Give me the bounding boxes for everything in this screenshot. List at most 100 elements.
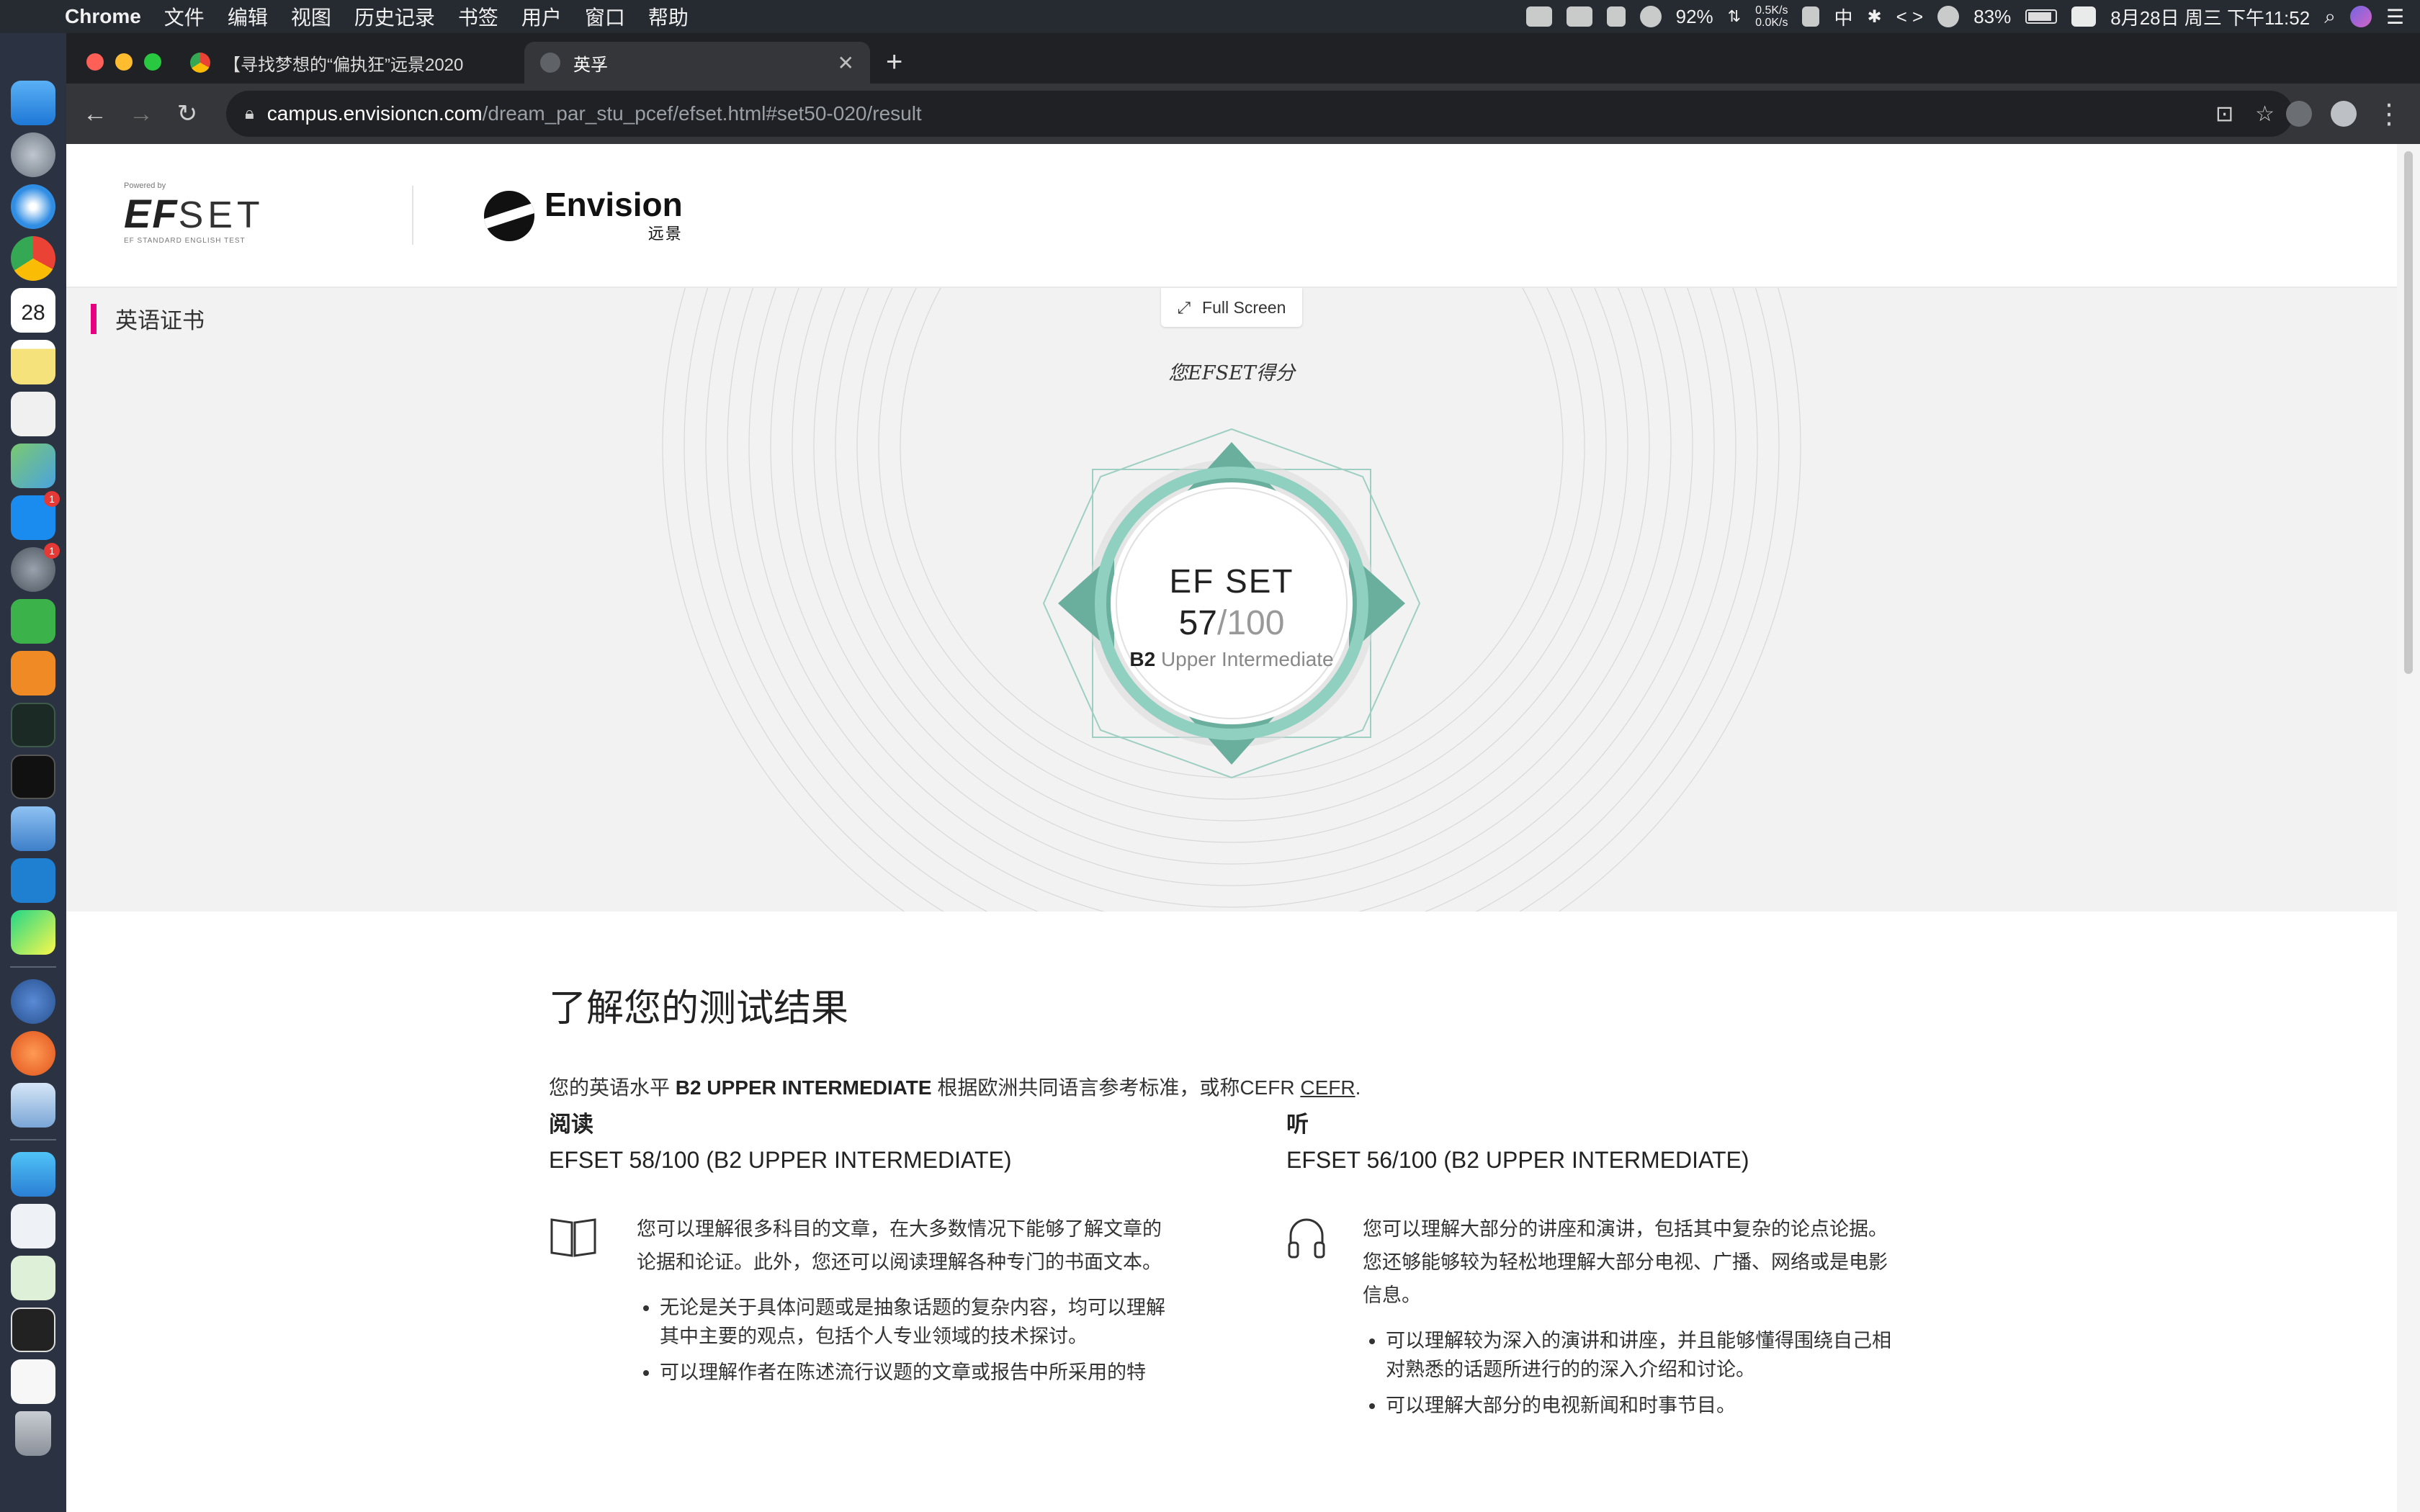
skill-desc-text: 您可以理解大部分的讲座和演讲，包括其中复杂的论点论据。您还够能够较为轻松地理解大… [1363, 1218, 1888, 1306]
dock: 28 1 1 [0, 33, 66, 1512]
macos-menubar: Chrome 文件 编辑 视图 历史记录 书签 用户 窗口 帮助 92% ⇅ 0… [0, 0, 2420, 33]
lock-icon[interactable]: 🔒︎ [245, 104, 254, 124]
battery-percent-1: 92% [1675, 5, 1713, 27]
translate-icon[interactable]: ⊡ [2215, 102, 2233, 127]
tab-favicon-globe-icon [540, 53, 560, 73]
tab-ef[interactable]: 英孚 ✕ [524, 42, 870, 84]
menu-people[interactable]: 用户 [510, 2, 573, 31]
wechat-icon[interactable] [11, 599, 55, 644]
intro-suffix: 根据欧洲共同语言参考标准，或称CEFR [937, 1076, 1295, 1099]
minimize-window-button[interactable] [115, 53, 133, 71]
microphone-icon[interactable] [1802, 6, 1820, 27]
code-brackets-icon[interactable]: < > [1896, 6, 1924, 28]
m-status-icon[interactable] [1606, 6, 1626, 27]
close-window-button[interactable] [86, 53, 104, 71]
system-preferences-icon[interactable]: 1 [11, 543, 60, 592]
menu-history[interactable]: 历史记录 [343, 2, 447, 31]
more-menu-icon[interactable]: ⋮ [2375, 98, 2403, 130]
vscode-icon[interactable] [11, 858, 55, 903]
menu-view[interactable]: 视图 [279, 2, 343, 31]
minimized-window-4-icon[interactable] [11, 1359, 55, 1404]
skill-description: 您可以理解大部分的讲座和演讲，包括其中复杂的论点论据。您还够能够较为轻松地理解大… [1286, 1212, 1906, 1420]
logo-tagline: EF STANDARD ENGLISH TEST [124, 237, 246, 245]
intro-period: . [1355, 1076, 1361, 1099]
net-up-speed: 0.5K/s [1755, 4, 1788, 17]
menu-app-chrome[interactable]: Chrome [58, 5, 153, 28]
menu-help[interactable]: 帮助 [637, 2, 700, 31]
profile-avatar-icon[interactable] [2331, 101, 2357, 127]
tab-envision-campaign[interactable]: 【寻找梦想的“偏执狂”远景2020 ✕ [174, 42, 585, 84]
sourcetree-icon[interactable] [11, 1152, 55, 1197]
preview-icon[interactable] [11, 1083, 55, 1128]
new-tab-button[interactable]: + [886, 46, 902, 78]
list-item: 可以理解较为深入的演讲和讲座，并且能够懂得围绕自己相对熟悉的话题所进行的的深入介… [1386, 1326, 1906, 1384]
menu-bookmarks[interactable]: 书签 [447, 2, 510, 31]
instruments-icon[interactable] [11, 1031, 55, 1076]
tab-close-icon[interactable]: ✕ [838, 51, 854, 75]
browser-toolbar: ← → ↻ 🔒︎ campus.envisioncn.com/dream_par… [66, 84, 2420, 144]
reload-button[interactable]: ↻ [164, 99, 210, 128]
terminal-icon[interactable] [11, 755, 55, 799]
net-down-speed: 0.0K/s [1755, 17, 1788, 29]
minimized-window-1-icon[interactable] [11, 1204, 55, 1248]
siri-icon[interactable] [2349, 6, 2372, 27]
notes-icon[interactable] [11, 340, 55, 384]
sublime-text-icon[interactable] [11, 651, 55, 696]
input-method-indicator[interactable]: 中 [1834, 4, 1852, 30]
envision-logo[interactable]: Envision 远景 [484, 186, 683, 246]
url-host: campus.envisioncn.com [266, 102, 483, 125]
chrome-icon[interactable] [11, 236, 55, 281]
menu-file[interactable]: 文件 [153, 2, 216, 31]
zoom-window-button[interactable] [144, 53, 161, 71]
quicktime-icon[interactable] [11, 806, 55, 851]
clock-datetime[interactable]: 8月28日 周三 下午11:52 [2110, 4, 2310, 30]
address-bar[interactable]: 🔒︎ campus.envisioncn.com/dream_par_stu_p… [226, 91, 2293, 137]
calendar-icon[interactable]: 28 [11, 288, 55, 333]
scrollbar-thumb[interactable] [2404, 151, 2413, 674]
wechat-status-icon[interactable] [1525, 6, 1552, 27]
page-scrollbar[interactable] [2397, 144, 2420, 1512]
xcode-tools-icon[interactable] [11, 979, 55, 1024]
results-section: 了解您的测试结果 您的英语水平 B2 UPPER INTERMEDIATE 根据… [549, 978, 1917, 1416]
menu-edit[interactable]: 编辑 [216, 2, 279, 31]
cefr-link[interactable]: CEFR [1300, 1076, 1355, 1099]
battery-percent-2: 83% [1973, 5, 2012, 27]
launchpad-icon[interactable] [11, 132, 55, 177]
list-item: 可以理解大部分的电视新闻和时事节目。 [1386, 1391, 1906, 1420]
back-button[interactable]: ← [72, 100, 118, 128]
tab-favicon-icon [190, 53, 210, 73]
extension-icon[interactable] [2286, 101, 2312, 127]
spotlight-search-icon[interactable]: ⌕ [2324, 5, 2336, 29]
forward-button[interactable]: → [118, 100, 164, 128]
score-caption: 您EFSET得分 [1168, 362, 1295, 384]
skill-reading: 阅读 EFSET 58/100 (B2 UPPER INTERMEDIATE) … [549, 1106, 1168, 1394]
headphones-icon [1288, 1218, 1325, 1259]
menu-window[interactable]: 窗口 [573, 2, 637, 31]
skill-name: 阅读 [549, 1112, 593, 1137]
minimized-window-2-icon[interactable] [11, 1256, 55, 1300]
finder-icon[interactable] [11, 81, 55, 125]
minimized-window-3-icon[interactable] [11, 1308, 55, 1352]
efset-logo[interactable]: Powered by EFSET EF STANDARD ENGLISH TES… [124, 181, 260, 253]
notification-center-icon[interactable]: ☰ [2386, 5, 2404, 29]
trash-icon[interactable] [15, 1411, 51, 1456]
wifi-icon[interactable] [1937, 6, 1960, 27]
maps-icon[interactable] [11, 444, 55, 488]
url-path: /dream_par_stu_pcef/efset.html#set50-020… [482, 102, 922, 125]
bookmark-star-icon[interactable]: ☆ [2255, 102, 2275, 127]
bluetooth-icon[interactable]: ✱ [1867, 6, 1881, 27]
activity-monitor-icon[interactable] [11, 703, 55, 747]
results-heading: 了解您的测试结果 [549, 988, 849, 1030]
skill-score: EFSET 56/100 (B2 UPPER INTERMEDIATE) [1286, 1147, 1749, 1173]
dropbox-status-icon[interactable] [1566, 6, 1592, 27]
pycharm-icon[interactable] [11, 910, 55, 955]
textedit-icon[interactable] [11, 392, 55, 436]
battery-icon[interactable] [2025, 9, 2058, 24]
safari-icon[interactable] [11, 184, 55, 229]
app-store-icon[interactable]: 1 [11, 491, 60, 540]
sync-status-icon[interactable] [1639, 6, 1662, 27]
system-preferences-badge: 1 [44, 543, 60, 559]
s-app-icon[interactable] [2071, 6, 2097, 27]
skill-bullets: 无论是关于具体问题或是抽象话题的复杂内容，均可以理解其中主要的观点，包括个人专业… [637, 1293, 1168, 1387]
full-screen-button[interactable]: ⤢ Full Screen [1161, 288, 1302, 327]
